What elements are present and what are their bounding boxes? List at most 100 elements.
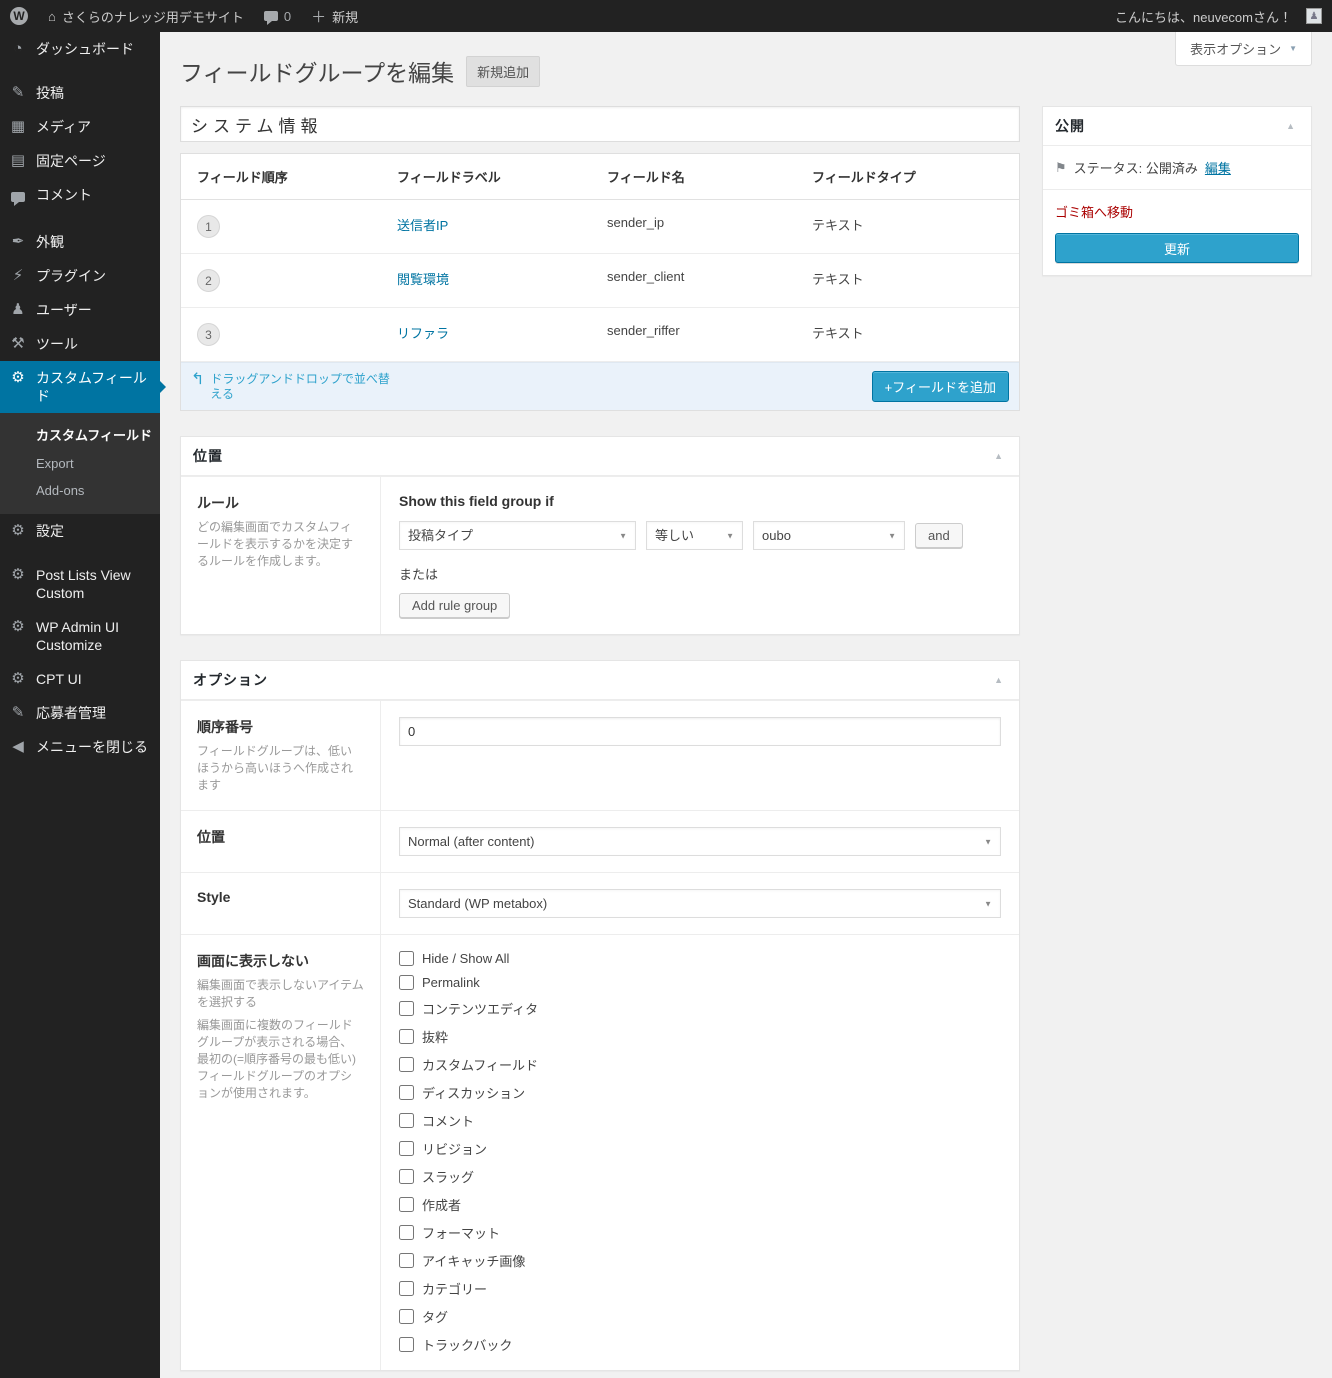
columns: フィールド順序 フィールドラベル フィールド名 フィールドタイプ 1 送信者IP… <box>180 106 1312 1371</box>
position-select[interactable]: Normal (after content) <box>399 827 1001 856</box>
hide-option-checkbox[interactable] <box>399 1337 414 1352</box>
gear-icon: ⚙ <box>8 522 28 540</box>
sidebar-item-collapse-menu[interactable]: ◀ メニューを閉じる <box>0 730 160 764</box>
field-label-link[interactable]: リファラ <box>397 326 449 341</box>
sidebar-item-pages[interactable]: ▤ 固定ページ <box>0 144 160 178</box>
hide-option-label: トラックバック <box>422 1335 512 1354</box>
sidebar-item-plugins[interactable]: ⚡ プラグイン <box>0 259 160 293</box>
hide-option-checkbox[interactable] <box>399 1169 414 1184</box>
hide-option-checkbox[interactable] <box>399 1309 414 1324</box>
my-account-menu[interactable]: こんにちは、neuvecomさん！ ♟ <box>1105 0 1332 32</box>
site-name-menu[interactable]: ⌂ さくらのナレッジ用デモサイト <box>38 0 254 32</box>
edit-status-link[interactable]: 編集 <box>1205 158 1231 177</box>
field-row[interactable]: 3 リファラ sender_riffer テキスト <box>181 308 1019 362</box>
main-column: フィールド順序 フィールドラベル フィールド名 フィールドタイプ 1 送信者IP… <box>180 106 1020 1371</box>
comments-admin-bar-menu[interactable]: 0 <box>254 0 301 32</box>
hide-option[interactable]: 抜粋 <box>399 1027 1001 1046</box>
wordpress-logo-icon: W <box>10 7 28 25</box>
hide-option-checkbox[interactable] <box>399 951 414 966</box>
hide-option-checkbox[interactable] <box>399 1253 414 1268</box>
drag-order-handle[interactable]: 3 <box>197 323 220 346</box>
hide-option-checkbox[interactable] <box>399 1281 414 1296</box>
comment-count: 0 <box>284 9 291 24</box>
add-field-button[interactable]: +フィールドを追加 <box>872 371 1009 402</box>
sidebar-item-settings[interactable]: ⚙ 設定 <box>0 514 160 548</box>
collapse-toggle-icon[interactable]: ▲ <box>990 449 1007 463</box>
style-select[interactable]: Standard (WP metabox) <box>399 889 1001 918</box>
hide-option[interactable]: Hide / Show All <box>399 951 1001 966</box>
order-number-label: 順序番号 <box>197 717 364 737</box>
new-content-menu[interactable]: ＋ 新規 <box>301 0 368 32</box>
and-rule-button[interactable]: and <box>915 523 963 548</box>
position-content-cell: Normal (after content) <box>381 811 1019 872</box>
hide-option-checkbox[interactable] <box>399 1225 414 1240</box>
update-button[interactable]: 更新 <box>1055 233 1299 263</box>
column-header-label: フィールドラベル <box>381 154 591 199</box>
rule-param-select[interactable]: 投稿タイプ <box>399 521 636 550</box>
hide-option[interactable]: カスタムフィールド <box>399 1055 1001 1074</box>
main-content: 表示オプション ▼ フィールドグループを編集 新規追加 フィールド順序 フィール… <box>160 0 1332 1378</box>
add-new-button[interactable]: 新規追加 <box>466 56 540 87</box>
sidebar-item-users[interactable]: ♟ ユーザー <box>0 293 160 327</box>
field-group-title-input[interactable] <box>180 106 1020 142</box>
hide-option-checkbox[interactable] <box>399 1113 414 1128</box>
collapse-toggle-icon[interactable]: ▲ <box>1282 119 1299 133</box>
hide-option-checkbox[interactable] <box>399 1057 414 1072</box>
hide-option[interactable]: コメント <box>399 1111 1001 1130</box>
collapse-toggle-icon[interactable]: ▲ <box>990 673 1007 687</box>
hide-option[interactable]: ディスカッション <box>399 1083 1001 1102</box>
wordpress-logo-menu[interactable]: W <box>0 0 38 32</box>
order-number-input[interactable] <box>399 717 1001 746</box>
location-rules-row: ルール どの編集画面でカスタムフィールドを表示するかを決定するルールを作成します… <box>181 476 1019 634</box>
field-row[interactable]: 1 送信者IP sender_ip テキスト <box>181 200 1019 254</box>
submenu-item-custom-fields[interactable]: カスタムフィールド <box>0 419 160 450</box>
add-rule-group-button[interactable]: Add rule group <box>399 593 510 618</box>
sidebar-item-appearance[interactable]: ✒ 外観 <box>0 225 160 259</box>
hide-option-label: コメント <box>422 1111 474 1130</box>
sidebar-item-cpt-ui[interactable]: ⚙ CPT UI <box>0 662 160 696</box>
sidebar-item-comments[interactable]: コメント <box>0 178 160 215</box>
hide-option-checkbox[interactable] <box>399 1085 414 1100</box>
hide-option-checkbox[interactable] <box>399 1141 414 1156</box>
field-label-link[interactable]: 閲覧環境 <box>397 272 449 287</box>
hide-option[interactable]: カテゴリー <box>399 1279 1001 1298</box>
rule-operator-select[interactable]: 等しい <box>646 521 743 550</box>
hide-option[interactable]: スラッグ <box>399 1167 1001 1186</box>
gear-icon: ⚙ <box>8 566 28 584</box>
field-row[interactable]: 2 閲覧環境 sender_client テキスト <box>181 254 1019 308</box>
sidebar-item-custom-fields[interactable]: ⚙ カスタムフィールド <box>0 361 160 413</box>
hide-option[interactable]: アイキャッチ画像 <box>399 1251 1001 1270</box>
hide-option[interactable]: 作成者 <box>399 1195 1001 1214</box>
sidebar-item-applicants[interactable]: ✎ 応募者管理 <box>0 696 160 730</box>
screen-options-button[interactable]: 表示オプション ▼ <box>1175 32 1312 66</box>
hide-option[interactable]: フォーマット <box>399 1223 1001 1242</box>
submenu-item-addons[interactable]: Add-ons <box>0 477 160 504</box>
sidebar-item-media[interactable]: ▦ メディア <box>0 110 160 144</box>
move-to-trash-link[interactable]: ゴミ箱へ移動 <box>1043 190 1145 221</box>
field-label-link[interactable]: 送信者IP <box>397 218 448 233</box>
hide-option-checkbox[interactable] <box>399 1197 414 1212</box>
submenu-item-export[interactable]: Export <box>0 450 160 477</box>
hide-option-checkbox[interactable] <box>399 1001 414 1016</box>
fields-table-header: フィールド順序 フィールドラベル フィールド名 フィールドタイプ <box>181 154 1019 200</box>
sidebar-item-posts[interactable]: ✎ 投稿 <box>0 76 160 110</box>
sidebar-item-dashboard[interactable]: ◔ ダッシュボード <box>0 32 160 66</box>
hide-option-label: カスタムフィールド <box>422 1055 538 1074</box>
rule-value-select[interactable]: oubo <box>753 521 905 550</box>
reorder-hint-link[interactable]: ↰ ドラッグアンドドロップで並べ替える <box>191 372 401 402</box>
hide-option[interactable]: Permalink <box>399 975 1001 990</box>
sidebar-item-tools[interactable]: ⚒ ツール <box>0 327 160 361</box>
order-number-row: 順序番号 フィールドグループは、低いほうから高いほうへ作成されます <box>181 700 1019 810</box>
sidebar-item-post-lists-view-custom[interactable]: ⚙ Post Lists View Custom <box>0 558 160 610</box>
hide-option[interactable]: トラックバック <box>399 1335 1001 1354</box>
sidebar-item-wp-admin-ui-customize[interactable]: ⚙ WP Admin UI Customize <box>0 610 160 662</box>
hide-option[interactable]: タグ <box>399 1307 1001 1326</box>
column-header-type: フィールドタイプ <box>796 154 1019 199</box>
hide-option-checkbox[interactable] <box>399 975 414 990</box>
hide-option-checkbox[interactable] <box>399 1029 414 1044</box>
hide-option[interactable]: リビジョン <box>399 1139 1001 1158</box>
drag-order-handle[interactable]: 1 <box>197 215 220 238</box>
hide-option[interactable]: コンテンツエディタ <box>399 999 1001 1018</box>
sidebar-item-label: Post Lists View Custom <box>36 566 156 602</box>
drag-order-handle[interactable]: 2 <box>197 269 220 292</box>
